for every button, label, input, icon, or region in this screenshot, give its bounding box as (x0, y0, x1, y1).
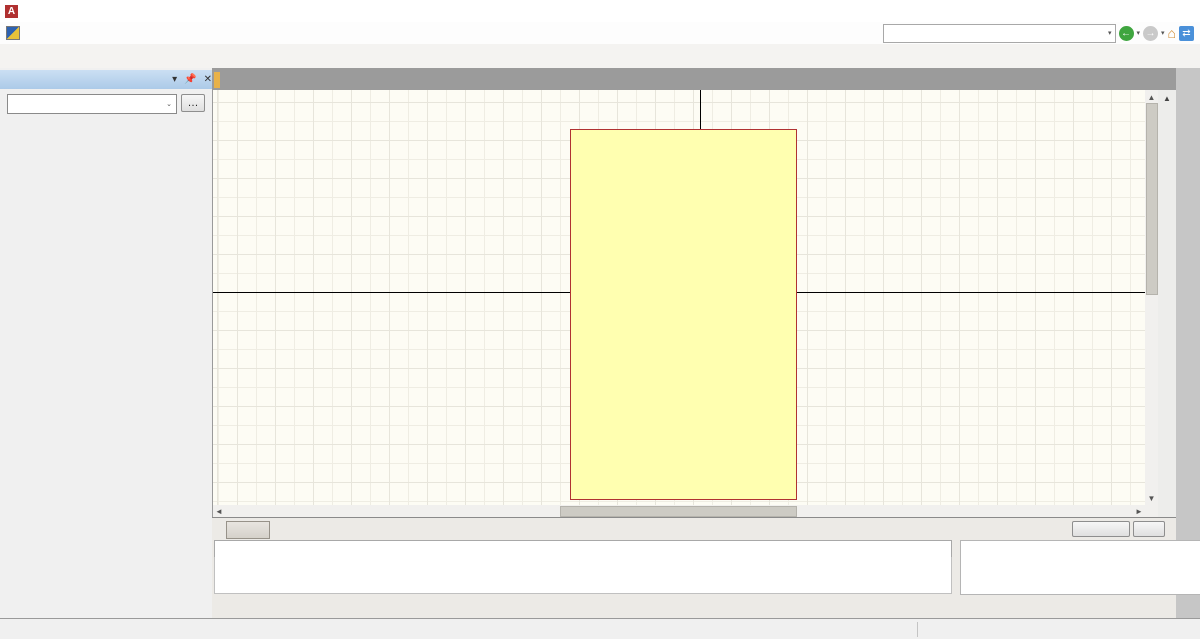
dock-scroll-up-icon[interactable]: ▲ (1163, 94, 1171, 103)
schematic-canvas[interactable] (213, 90, 1145, 505)
right-dock-tabstrip (1176, 68, 1200, 618)
mask-level-button[interactable] (1072, 521, 1130, 537)
address-bar: ▾ ←▾ →▾ ⌂ ⇄ (883, 24, 1200, 43)
editor-panel: ▲ (212, 517, 1176, 619)
tab-scroll-handle[interactable] (214, 72, 220, 88)
scroll-up-icon[interactable]: ▲ (1145, 92, 1158, 102)
library-filter-combobox[interactable]: ⌄ (7, 94, 177, 114)
panel-header: ▾ 📌 ✕ (0, 70, 218, 89)
canvas-vscrollbar[interactable]: ▲ ▼ (1145, 90, 1158, 517)
dxp-icon (6, 26, 20, 40)
canvas-hscrollbar[interactable]: ◄ ► (213, 505, 1145, 517)
model-table-body[interactable] (214, 557, 952, 594)
sync-icon[interactable]: ⇄ (1179, 26, 1194, 41)
browse-button[interactable]: … (181, 94, 205, 112)
forward-dropdown-icon[interactable]: ▾ (1161, 29, 1165, 37)
sch-library-panel: ▾ 📌 ✕ ⌄ … (0, 68, 213, 618)
scroll-left-icon[interactable]: ◄ (213, 505, 225, 517)
main-toolbar (0, 44, 1200, 69)
chevron-down-icon[interactable]: ▾ (1108, 29, 1112, 37)
hscroll-thumb[interactable] (560, 506, 797, 517)
status-bar (0, 618, 1200, 639)
scroll-right-icon[interactable]: ► (1133, 505, 1145, 517)
scroll-down-icon[interactable]: ▼ (1145, 493, 1158, 503)
origin-axis-vertical (700, 90, 701, 129)
schematic-component-body[interactable] (570, 129, 797, 500)
title-bar: A (0, 0, 1200, 22)
app-icon: A (5, 5, 18, 18)
back-dropdown-icon[interactable]: ▾ (1137, 29, 1141, 37)
vscroll-thumb[interactable] (1146, 103, 1158, 295)
dock-scroll-column: ▲ (1158, 90, 1176, 517)
chevron-down-icon[interactable]: ⌄ (166, 100, 172, 108)
panel-tab-bar (0, 596, 212, 618)
clear-button[interactable] (1133, 521, 1165, 537)
preview-area (960, 540, 1200, 595)
menu-bar: ▾ ←▾ →▾ ⌂ ⇄ (0, 22, 1200, 45)
pin-panel-icon[interactable]: 📌 (184, 74, 196, 85)
document-tab-bar (212, 68, 1176, 90)
back-icon[interactable]: ← (1119, 26, 1134, 41)
panel-menu-icon[interactable]: ▾ (172, 74, 177, 85)
address-input[interactable]: ▾ (883, 24, 1116, 43)
tab-editor[interactable] (226, 521, 270, 539)
altium-designer-window: A ▾ ←▾ →▾ ⌂ ⇄ ▾ 📌 ✕ ⌄ (0, 0, 1200, 639)
forward-icon[interactable]: → (1143, 26, 1158, 41)
home-icon[interactable]: ⌂ (1168, 25, 1176, 41)
close-panel-icon[interactable]: ✕ (204, 74, 212, 85)
